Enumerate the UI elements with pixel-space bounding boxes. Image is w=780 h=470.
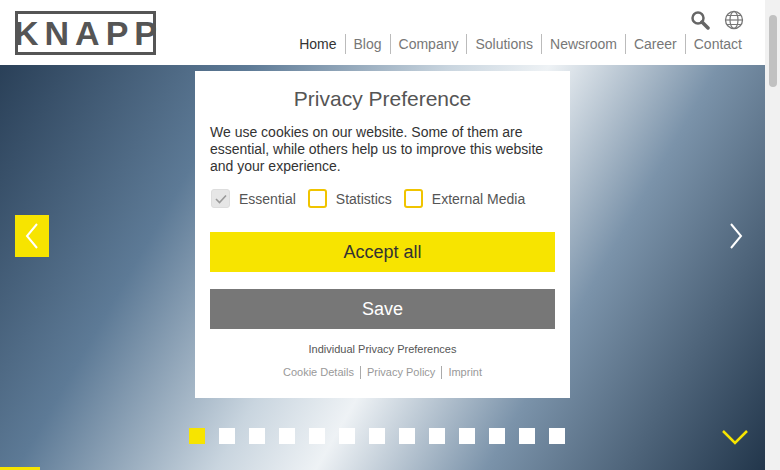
slider-dot[interactable]: [339, 428, 355, 444]
search-icon[interactable]: [690, 10, 710, 30]
chevron-left-icon: [25, 222, 39, 250]
option-label: External Media: [432, 190, 525, 208]
chevron-right-icon: [729, 222, 743, 250]
slider-dot[interactable]: [489, 428, 505, 444]
consent-option[interactable]: External Media: [404, 189, 525, 208]
slider-dot[interactable]: [219, 428, 235, 444]
nav-item[interactable]: Blog: [345, 34, 390, 54]
scrollbar[interactable]: [765, 0, 780, 470]
privacy-dialog: Privacy Preference We use cookies on our …: [195, 71, 570, 398]
dialog-text: We use cookies on our website. Some of t…: [210, 124, 555, 175]
checkbox[interactable]: [404, 189, 423, 208]
scroll-down-button[interactable]: [720, 428, 750, 446]
knapp-logo[interactable]: KNAPP: [15, 11, 156, 55]
check-icon: [215, 194, 227, 204]
nav-item[interactable]: Contact: [685, 34, 750, 54]
nav-item[interactable]: Home: [291, 34, 344, 54]
globe-icon[interactable]: [724, 10, 744, 30]
logo-text: KNAPP: [8, 14, 163, 52]
slider-dot[interactable]: [279, 428, 295, 444]
footer-link[interactable]: Privacy Policy: [360, 366, 441, 379]
option-label: Statistics: [336, 190, 392, 208]
chevron-down-icon: [721, 429, 749, 445]
main-nav: HomeBlogCompanySolutionsNewsroomCareerCo…: [291, 34, 750, 54]
checkbox[interactable]: [308, 189, 327, 208]
nav-item[interactable]: Company: [390, 34, 467, 54]
footer-link[interactable]: Cookie Details: [277, 366, 360, 379]
slider-dot[interactable]: [459, 428, 475, 444]
footer-link[interactable]: Imprint: [441, 366, 488, 379]
dialog-links: Cookie DetailsPrivacy PolicyImprint: [210, 366, 555, 379]
consent-option[interactable]: Statistics: [308, 189, 392, 208]
consent-options: Essential Statistics External Media: [210, 189, 555, 208]
site-header: KNAPP HomeBlogCompanySolutionsNewsroomCa…: [0, 0, 765, 65]
dialog-title: Privacy Preference: [210, 87, 555, 111]
option-label: Essential: [239, 190, 296, 208]
accept-all-button[interactable]: Accept all: [210, 232, 555, 272]
slider-dot[interactable]: [249, 428, 265, 444]
slider-dot[interactable]: [399, 428, 415, 444]
slider-dot[interactable]: [189, 428, 205, 444]
nav-item[interactable]: Solutions: [466, 34, 541, 54]
nav-item[interactable]: Newsroom: [541, 34, 625, 54]
slider-dot[interactable]: [309, 428, 325, 444]
individual-preferences-link[interactable]: Individual Privacy Preferences: [210, 343, 555, 356]
slider-dots: [189, 428, 565, 444]
save-button[interactable]: Save: [210, 289, 555, 329]
next-slide-button[interactable]: [722, 215, 750, 257]
slider-dot[interactable]: [429, 428, 445, 444]
slider-dot[interactable]: [369, 428, 385, 444]
consent-option: Essential: [211, 189, 296, 208]
checkbox: [211, 189, 230, 208]
scrollbar-thumb[interactable]: [769, 15, 777, 87]
prev-slide-button[interactable]: [15, 215, 49, 257]
slider-dot[interactable]: [519, 428, 535, 444]
nav-item[interactable]: Career: [625, 34, 685, 54]
slider-dot[interactable]: [549, 428, 565, 444]
progress-bar: [0, 467, 40, 470]
